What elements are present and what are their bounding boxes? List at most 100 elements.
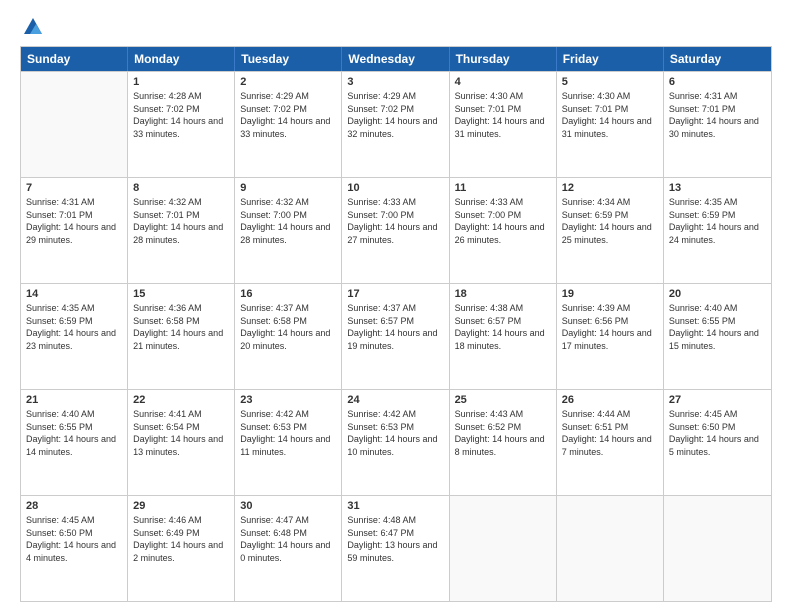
empty-cell — [557, 496, 664, 601]
calendar-header: SundayMondayTuesdayWednesdayThursdayFrid… — [21, 47, 771, 71]
day-number: 8 — [133, 182, 229, 194]
day-cell-10: 10 Sunrise: 4:33 AMSunset: 7:00 PMDayligh… — [342, 178, 449, 283]
day-cell-6: 6 Sunrise: 4:31 AMSunset: 7:01 PMDaylight… — [664, 72, 771, 177]
day-info: Sunrise: 4:31 AMSunset: 7:01 PMDaylight:… — [669, 90, 766, 140]
day-info: Sunrise: 4:40 AMSunset: 6:55 PMDaylight:… — [26, 408, 122, 458]
header-cell-thursday: Thursday — [450, 47, 557, 71]
day-info: Sunrise: 4:32 AMSunset: 7:00 PMDaylight:… — [240, 196, 336, 246]
day-info: Sunrise: 4:48 AMSunset: 6:47 PMDaylight:… — [347, 514, 443, 564]
day-number: 1 — [133, 76, 229, 88]
day-info: Sunrise: 4:39 AMSunset: 6:56 PMDaylight:… — [562, 302, 658, 352]
day-info: Sunrise: 4:33 AMSunset: 7:00 PMDaylight:… — [455, 196, 551, 246]
day-number: 13 — [669, 182, 766, 194]
day-number: 22 — [133, 394, 229, 406]
day-number: 3 — [347, 76, 443, 88]
day-info: Sunrise: 4:37 AMSunset: 6:57 PMDaylight:… — [347, 302, 443, 352]
day-info: Sunrise: 4:29 AMSunset: 7:02 PMDaylight:… — [347, 90, 443, 140]
day-info: Sunrise: 4:47 AMSunset: 6:48 PMDaylight:… — [240, 514, 336, 564]
day-info: Sunrise: 4:44 AMSunset: 6:51 PMDaylight:… — [562, 408, 658, 458]
day-cell-14: 14 Sunrise: 4:35 AMSunset: 6:59 PMDayligh… — [21, 284, 128, 389]
logo-icon — [22, 16, 44, 38]
day-number: 25 — [455, 394, 551, 406]
day-info: Sunrise: 4:30 AMSunset: 7:01 PMDaylight:… — [455, 90, 551, 140]
day-number: 21 — [26, 394, 122, 406]
day-number: 2 — [240, 76, 336, 88]
day-cell-1: 1 Sunrise: 4:28 AMSunset: 7:02 PMDaylight… — [128, 72, 235, 177]
day-cell-28: 28 Sunrise: 4:45 AMSunset: 6:50 PMDayligh… — [21, 496, 128, 601]
day-info: Sunrise: 4:30 AMSunset: 7:01 PMDaylight:… — [562, 90, 658, 140]
day-info: Sunrise: 4:42 AMSunset: 6:53 PMDaylight:… — [347, 408, 443, 458]
day-cell-13: 13 Sunrise: 4:35 AMSunset: 6:59 PMDayligh… — [664, 178, 771, 283]
day-cell-18: 18Sunrise: 4:38 AMSunset: 6:57 PMDayligh… — [450, 284, 557, 389]
day-cell-26: 26 Sunrise: 4:44 AMSunset: 6:51 PMDayligh… — [557, 390, 664, 495]
day-info: Sunrise: 4:35 AMSunset: 6:59 PMDaylight:… — [669, 196, 766, 246]
day-cell-30: 30 Sunrise: 4:47 AMSunset: 6:48 PMDayligh… — [235, 496, 342, 601]
day-info: Sunrise: 4:32 AMSunset: 7:01 PMDaylight:… — [133, 196, 229, 246]
day-cell-5: 5 Sunrise: 4:30 AMSunset: 7:01 PMDaylight… — [557, 72, 664, 177]
day-cell-19: 19Sunrise: 4:39 AMSunset: 6:56 PMDayligh… — [557, 284, 664, 389]
day-number: 7 — [26, 182, 122, 194]
calendar: SundayMondayTuesdayWednesdayThursdayFrid… — [20, 46, 772, 602]
day-number: 6 — [669, 76, 766, 88]
day-number: 15 — [133, 288, 229, 300]
day-number: 10 — [347, 182, 443, 194]
day-cell-21: 21 Sunrise: 4:40 AMSunset: 6:55 PMDayligh… — [21, 390, 128, 495]
day-cell-20: 20 Sunrise: 4:40 AMSunset: 6:55 PMDayligh… — [664, 284, 771, 389]
day-info: Sunrise: 4:35 AMSunset: 6:59 PMDaylight:… — [26, 302, 122, 352]
day-cell-3: 3 Sunrise: 4:29 AMSunset: 7:02 PMDaylight… — [342, 72, 449, 177]
day-info: Sunrise: 4:45 AMSunset: 6:50 PMDaylight:… — [669, 408, 766, 458]
header — [20, 16, 772, 38]
empty-cell — [450, 496, 557, 601]
day-cell-7: 7 Sunrise: 4:31 AMSunset: 7:01 PMDaylight… — [21, 178, 128, 283]
calendar-row-3: 14 Sunrise: 4:35 AMSunset: 6:59 PMDayligh… — [21, 283, 771, 389]
day-number: 31 — [347, 500, 443, 512]
logo — [20, 16, 44, 38]
day-number: 17 — [347, 288, 443, 300]
day-cell-31: 31 Sunrise: 4:48 AMSunset: 6:47 PMDayligh… — [342, 496, 449, 601]
day-info: Sunrise: 4:29 AMSunset: 7:02 PMDaylight:… — [240, 90, 336, 140]
empty-cell — [21, 72, 128, 177]
day-number: 27 — [669, 394, 766, 406]
header-cell-friday: Friday — [557, 47, 664, 71]
day-number: 5 — [562, 76, 658, 88]
day-info: Sunrise: 4:41 AMSunset: 6:54 PMDaylight:… — [133, 408, 229, 458]
day-info: Sunrise: 4:28 AMSunset: 7:02 PMDaylight:… — [133, 90, 229, 140]
day-info: Sunrise: 4:45 AMSunset: 6:50 PMDaylight:… — [26, 514, 122, 564]
header-cell-sunday: Sunday — [21, 47, 128, 71]
empty-cell — [664, 496, 771, 601]
day-cell-22: 22 Sunrise: 4:41 AMSunset: 6:54 PMDayligh… — [128, 390, 235, 495]
day-info: Sunrise: 4:31 AMSunset: 7:01 PMDaylight:… — [26, 196, 122, 246]
day-cell-9: 9Sunrise: 4:32 AMSunset: 7:00 PMDaylight… — [235, 178, 342, 283]
day-cell-25: 25Sunrise: 4:43 AMSunset: 6:52 PMDayligh… — [450, 390, 557, 495]
day-number: 28 — [26, 500, 122, 512]
day-number: 12 — [562, 182, 658, 194]
day-info: Sunrise: 4:42 AMSunset: 6:53 PMDaylight:… — [240, 408, 336, 458]
calendar-body: 1 Sunrise: 4:28 AMSunset: 7:02 PMDaylight… — [21, 71, 771, 601]
day-info: Sunrise: 4:46 AMSunset: 6:49 PMDaylight:… — [133, 514, 229, 564]
day-info: Sunrise: 4:36 AMSunset: 6:58 PMDaylight:… — [133, 302, 229, 352]
day-info: Sunrise: 4:38 AMSunset: 6:57 PMDaylight:… — [455, 302, 551, 352]
day-number: 14 — [26, 288, 122, 300]
day-cell-8: 8 Sunrise: 4:32 AMSunset: 7:01 PMDaylight… — [128, 178, 235, 283]
day-cell-17: 17 Sunrise: 4:37 AMSunset: 6:57 PMDayligh… — [342, 284, 449, 389]
header-cell-wednesday: Wednesday — [342, 47, 449, 71]
header-cell-tuesday: Tuesday — [235, 47, 342, 71]
day-cell-4: 4 Sunrise: 4:30 AMSunset: 7:01 PMDaylight… — [450, 72, 557, 177]
day-cell-11: 11 Sunrise: 4:33 AMSunset: 7:00 PMDayligh… — [450, 178, 557, 283]
day-number: 30 — [240, 500, 336, 512]
day-cell-27: 27 Sunrise: 4:45 AMSunset: 6:50 PMDayligh… — [664, 390, 771, 495]
day-cell-16: 16 Sunrise: 4:37 AMSunset: 6:58 PMDayligh… — [235, 284, 342, 389]
day-info: Sunrise: 4:40 AMSunset: 6:55 PMDaylight:… — [669, 302, 766, 352]
day-number: 4 — [455, 76, 551, 88]
day-number: 20 — [669, 288, 766, 300]
day-info: Sunrise: 4:37 AMSunset: 6:58 PMDaylight:… — [240, 302, 336, 352]
day-cell-12: 12Sunrise: 4:34 AMSunset: 6:59 PMDayligh… — [557, 178, 664, 283]
day-cell-23: 23Sunrise: 4:42 AMSunset: 6:53 PMDayligh… — [235, 390, 342, 495]
day-number: 11 — [455, 182, 551, 194]
calendar-row-1: 1 Sunrise: 4:28 AMSunset: 7:02 PMDaylight… — [21, 71, 771, 177]
page: SundayMondayTuesdayWednesdayThursdayFrid… — [0, 0, 792, 612]
day-info: Sunrise: 4:33 AMSunset: 7:00 PMDaylight:… — [347, 196, 443, 246]
day-number: 16 — [240, 288, 336, 300]
day-number: 29 — [133, 500, 229, 512]
day-number: 26 — [562, 394, 658, 406]
